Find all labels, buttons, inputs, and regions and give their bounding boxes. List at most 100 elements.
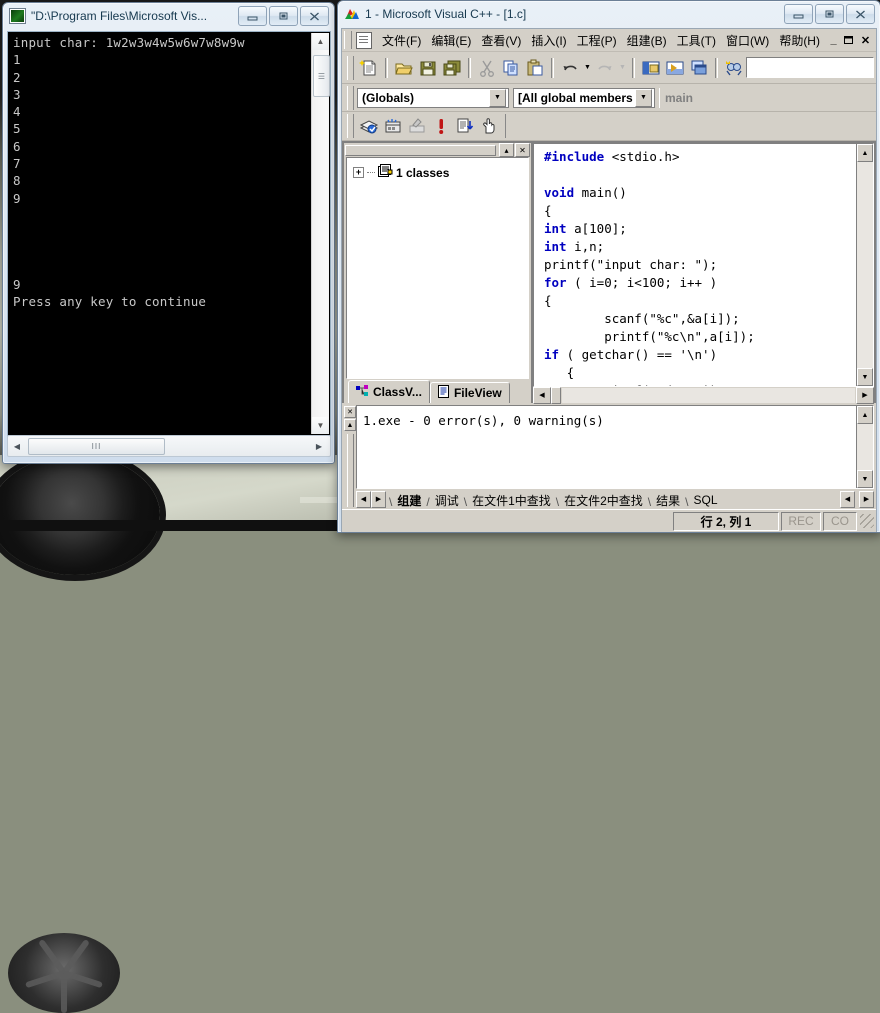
copy-icon[interactable] [499, 56, 523, 79]
console-maximize-button[interactable] [269, 6, 298, 26]
redo-dropdown-arrow-icon[interactable]: ▼ [617, 56, 628, 79]
output-gutter[interactable]: ✕ ▲ [344, 405, 356, 509]
globals-combo-arrow-icon[interactable]: ▼ [489, 88, 506, 107]
redo-icon[interactable] [593, 56, 617, 79]
cut-scissors-icon[interactable] [475, 56, 499, 79]
editor-vscroll-track[interactable] [857, 162, 873, 368]
tree-expander-icon[interactable]: + [353, 167, 364, 178]
build-toolbar-grip[interactable] [347, 114, 354, 138]
workspace-restore-button[interactable]: ▴ [499, 143, 514, 157]
vc-window-buttons[interactable] [784, 4, 878, 24]
stop-build-icon[interactable] [405, 115, 429, 138]
standard-toolbar[interactable]: ▼ ▼ [342, 52, 876, 84]
output-tabs-next-icon[interactable]: ▶ [371, 490, 386, 508]
console-scroll-up-icon[interactable]: ▲ [312, 33, 329, 50]
output-tabs-scroll-right-icon[interactable]: ▶ [859, 490, 874, 508]
mdi-child-buttons[interactable]: _ ✕ [826, 33, 876, 47]
console-minimize-button[interactable] [238, 6, 267, 26]
editor-scroll-right-icon[interactable]: ▶ [856, 386, 874, 404]
menu-bar[interactable]: 文件(F) 编辑(E) 查看(V) 插入(I) 工程(P) 组建(B) 工具(T… [342, 29, 876, 52]
output-tab-find-in-files2[interactable]: 在文件2中查找 [560, 492, 647, 509]
output-tab-results[interactable]: 结果 [652, 492, 684, 509]
console-hscroll-thumb[interactable]: III [28, 438, 165, 455]
globals-combo[interactable]: (Globals) ▼ [357, 87, 509, 108]
paste-icon[interactable] [523, 56, 547, 79]
output-window-icon[interactable] [663, 56, 687, 79]
menu-item-tools[interactable]: 工具(T) [672, 30, 721, 51]
standard-toolbar-grip[interactable] [347, 55, 354, 80]
find-input[interactable] [746, 57, 874, 78]
console-scroll-down-icon[interactable]: ▼ [312, 417, 329, 434]
vc-minimize-button[interactable] [784, 4, 813, 24]
output-close-button[interactable]: ✕ [344, 406, 356, 418]
vc-titlebar[interactable]: 1 - Microsoft Visual C++ - [1.c] [338, 1, 880, 27]
editor-hscroll-track[interactable] [562, 387, 855, 403]
workspace-close-button[interactable]: ✕ [515, 143, 530, 157]
go-debug-icon[interactable] [453, 115, 477, 138]
workspace-tree[interactable]: + 1 classes [346, 157, 529, 379]
output-tabs-scroll-left-icon[interactable]: ◀ [840, 490, 855, 508]
wizard-bar-grip[interactable] [347, 85, 354, 110]
output-tab-debug[interactable]: 调试 [431, 492, 463, 509]
mdi-minimize-button[interactable]: _ [826, 33, 841, 47]
output-tab-sql[interactable]: SQL [689, 492, 721, 509]
output-vscroll-track[interactable] [857, 424, 873, 470]
menu-item-view[interactable]: 查看(V) [476, 30, 526, 51]
tree-item-classes[interactable]: + 1 classes [353, 164, 528, 181]
insert-breakpoint-icon[interactable] [477, 115, 501, 138]
output-tab-strip[interactable]: ◀ ▶ \ 组建 / 调试 \ 在文件1中查找 \ 在文件2中查找 \ 结果 \ [356, 489, 874, 509]
console-vertical-scrollbar[interactable]: ▲ ☰ ▼ [311, 33, 330, 434]
menu-item-window[interactable]: 窗口(W) [721, 30, 774, 51]
editor-scroll-up-icon[interactable]: ▲ [857, 144, 873, 162]
build-toolbar[interactable] [342, 112, 876, 141]
output-vertical-scrollbar[interactable]: ▲ ▼ [856, 406, 873, 488]
tab-fileview[interactable]: FileView [429, 382, 510, 403]
tab-classview[interactable]: ClassV... [348, 380, 430, 403]
menu-drag-grip[interactable] [344, 31, 352, 49]
members-combo-arrow-icon[interactable]: ▼ [635, 88, 652, 107]
window-list-icon[interactable] [687, 56, 711, 79]
editor-scroll-left-icon[interactable]: ◀ [533, 386, 551, 404]
editor-horizontal-scrollbar[interactable]: ◀ ▶ [533, 386, 874, 404]
workspace-tabs[interactable]: ClassV... FileView [344, 379, 531, 403]
wizard-bar[interactable]: (Globals) ▼ [All global members ▼ main [342, 84, 876, 112]
editor-scroll-down-icon[interactable]: ▼ [857, 368, 873, 386]
workspace-caption-grip[interactable] [345, 144, 496, 156]
console-hscroll-right-icon[interactable]: ▶ [310, 437, 328, 455]
output-scroll-down-icon[interactable]: ▼ [857, 470, 873, 488]
menu-item-help[interactable]: 帮助(H) [774, 30, 825, 51]
execute-program-icon[interactable] [429, 115, 453, 138]
workspace-panel[interactable]: ▴ ✕ + 1 classes ClassV... FileView [344, 143, 531, 403]
members-combo[interactable]: [All global members ▼ [513, 87, 655, 108]
vc-close-button[interactable] [846, 4, 875, 24]
menu-item-project[interactable]: 工程(P) [572, 30, 622, 51]
code-editor[interactable]: #include <stdio.h> void main() { int a[1… [533, 143, 874, 387]
console-window-buttons[interactable] [238, 6, 332, 26]
output-text-area[interactable]: 1.exe - 0 error(s), 0 warning(s) ▲ ▼ [356, 405, 874, 489]
console-output-area[interactable]: input char: 1w2w3w4w5w6w7w8w9w 1 2 3 4 5… [7, 31, 331, 436]
mdi-close-button[interactable]: ✕ [858, 33, 873, 47]
menu-item-build[interactable]: 组建(B) [622, 30, 672, 51]
console-titlebar[interactable]: "D:\Program Files\Microsoft Vis... [3, 3, 334, 29]
editor-vertical-scrollbar[interactable]: ▲ ▼ [856, 144, 873, 386]
output-panel[interactable]: ✕ ▲ 1.exe - 0 error(s), 0 warning(s) ▲ ▼… [344, 405, 874, 509]
menu-item-edit[interactable]: 编辑(E) [426, 30, 476, 51]
console-close-button[interactable] [300, 6, 329, 26]
visual-cpp-window[interactable]: 1 - Microsoft Visual C++ - [1.c] 文件(F) 编… [337, 0, 880, 533]
save-icon[interactable] [416, 56, 440, 79]
compile-icon[interactable] [357, 115, 381, 138]
menu-item-file[interactable]: 文件(F) [377, 30, 426, 51]
console-window[interactable]: "D:\Program Files\Microsoft Vis... input… [2, 2, 335, 464]
mdi-restore-button[interactable] [842, 33, 857, 47]
status-resize-grip[interactable] [860, 514, 874, 528]
output-tab-find-in-files1[interactable]: 在文件1中查找 [468, 492, 555, 509]
undo-icon[interactable] [558, 56, 582, 79]
code-text[interactable]: #include <stdio.h> void main() { int a[1… [534, 144, 856, 386]
open-folder-icon[interactable] [392, 56, 416, 79]
symbol-field[interactable]: main [659, 87, 876, 108]
menu-item-insert[interactable]: 插入(I) [526, 30, 571, 51]
output-tab-build[interactable]: 组建 [393, 492, 425, 509]
workspace-caption-bar[interactable]: ▴ ✕ [344, 143, 531, 157]
output-restore-button[interactable]: ▲ [344, 419, 356, 431]
workspace-icon[interactable] [639, 56, 663, 79]
